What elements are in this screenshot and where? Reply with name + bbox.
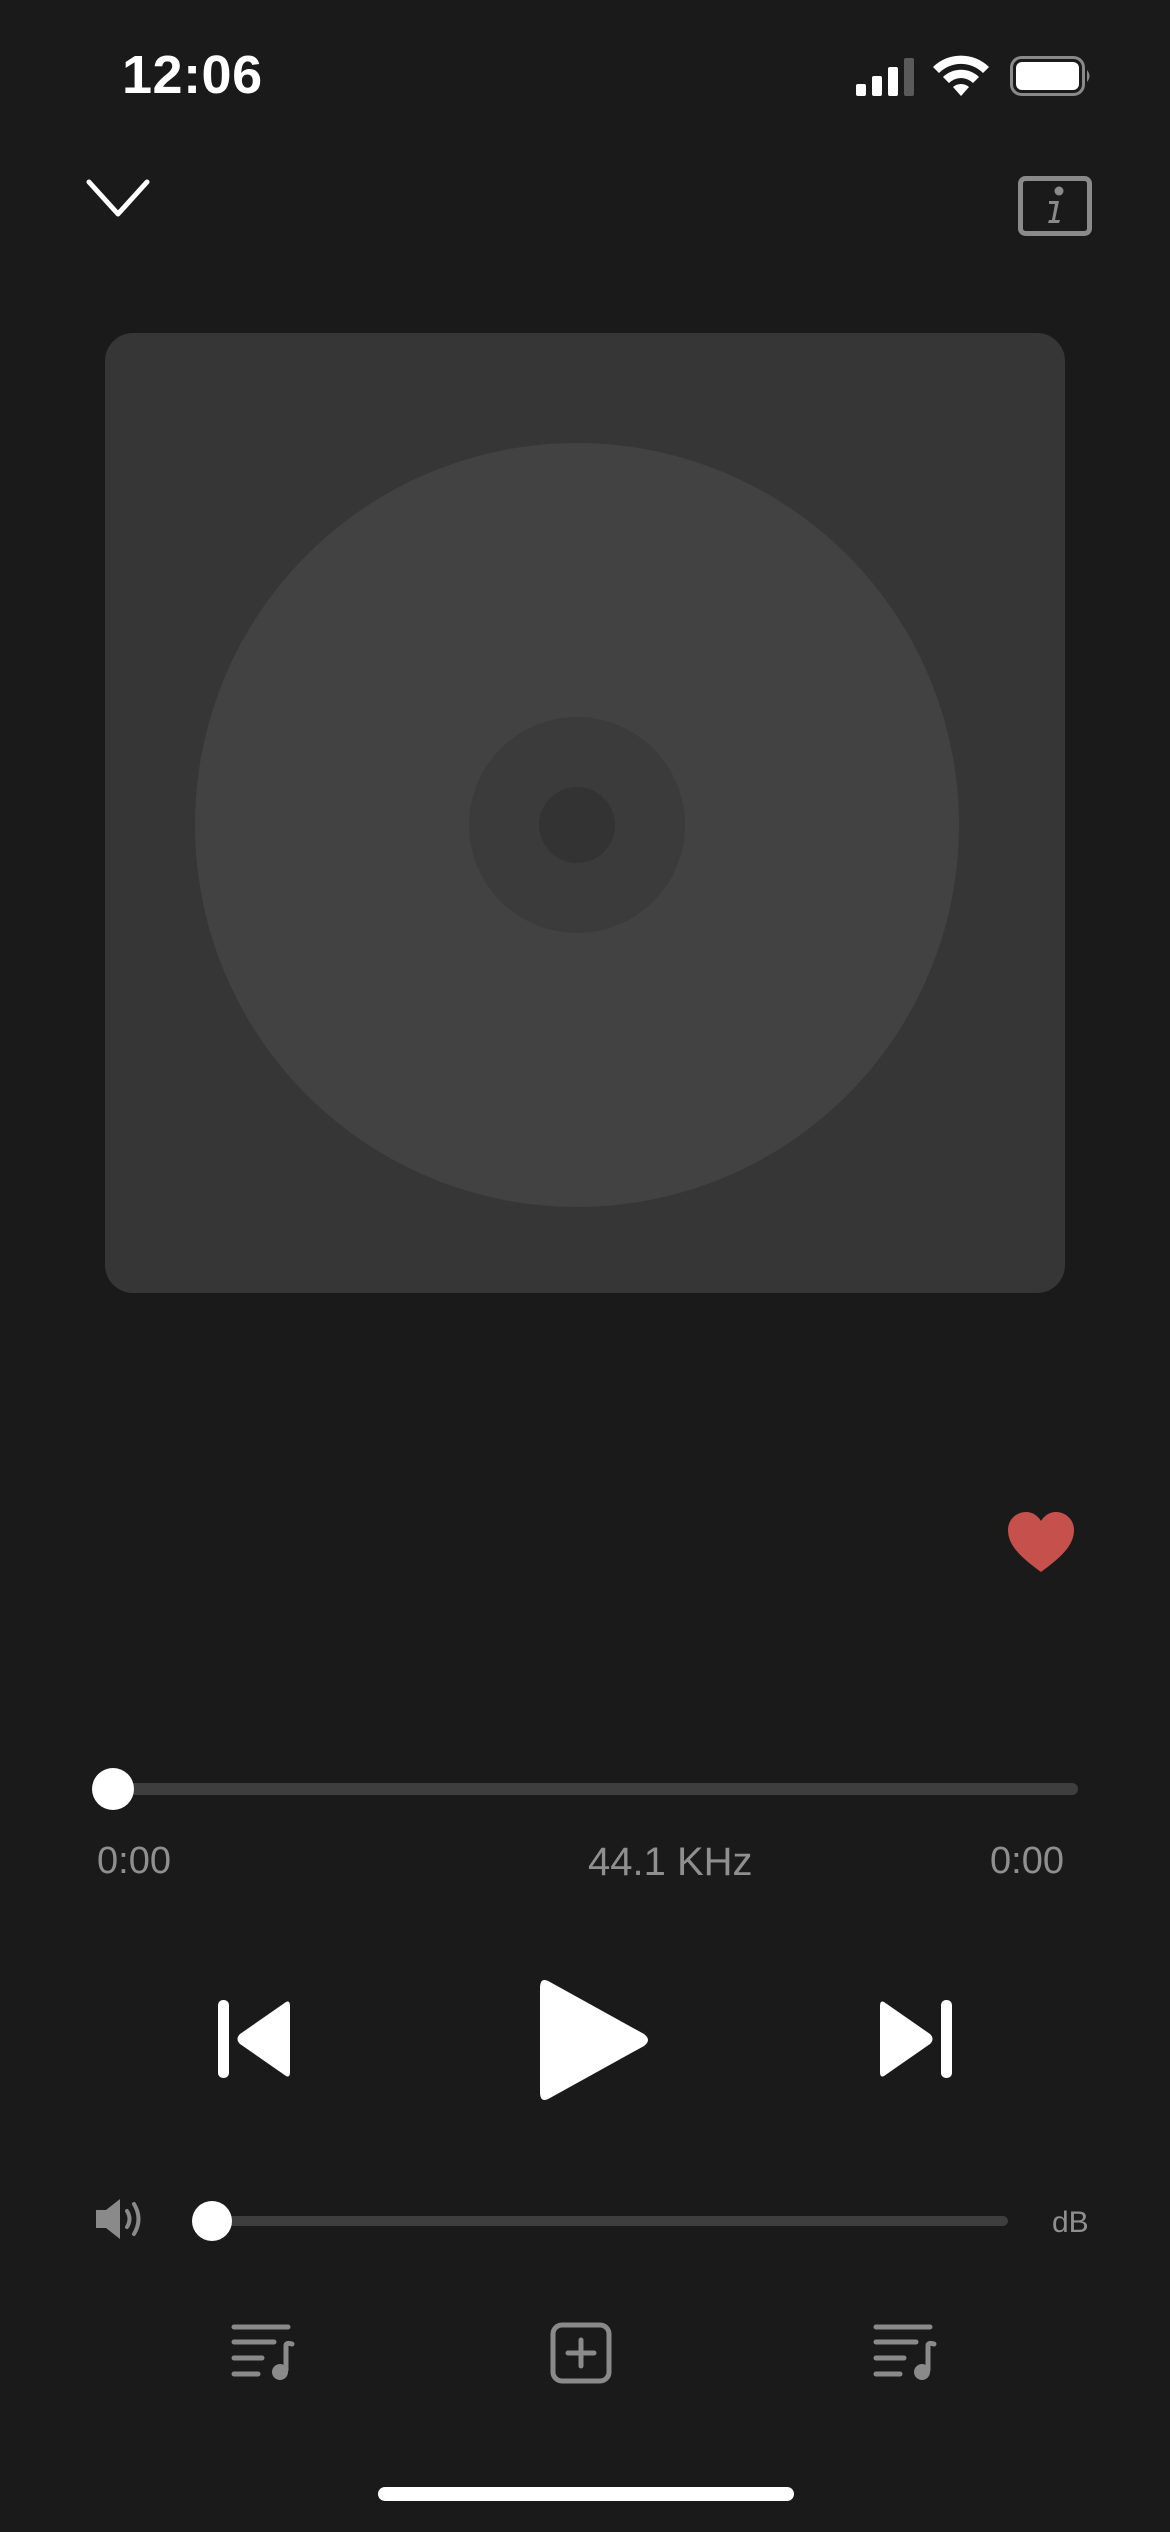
sample-rate: 44.1 KHz — [588, 1840, 753, 1884]
volume-unit-label: dB — [1052, 2206, 1089, 2239]
disc-icon — [195, 443, 959, 1207]
elapsed-time: 0:00 — [97, 1840, 171, 1882]
speaker-icon — [96, 2199, 141, 2239]
battery-icon — [1010, 56, 1090, 96]
add-icon[interactable] — [550, 2322, 612, 2384]
total-time: 0:00 — [990, 1840, 1064, 1882]
playlist-icon[interactable] — [230, 2322, 296, 2382]
queue-icon[interactable] — [872, 2322, 938, 2382]
chevron-down-icon[interactable] — [86, 178, 150, 220]
info-icon[interactable] — [1018, 176, 1092, 236]
home-indicator — [378, 2487, 794, 2501]
volume-thumb[interactable] — [192, 2201, 232, 2241]
play-icon[interactable] — [536, 1976, 652, 2104]
progress-thumb[interactable] — [92, 1768, 134, 1810]
skip-back-icon[interactable] — [216, 1996, 292, 2082]
signal-icon — [856, 58, 914, 96]
album-art — [105, 333, 1065, 1293]
volume-track[interactable] — [212, 2216, 1008, 2226]
wifi-icon — [933, 55, 989, 96]
skip-forward-icon[interactable] — [878, 1996, 954, 2082]
status-time: 12:06 — [122, 45, 263, 105]
heart-icon[interactable] — [1006, 1510, 1076, 1574]
progress-track[interactable] — [112, 1783, 1078, 1795]
